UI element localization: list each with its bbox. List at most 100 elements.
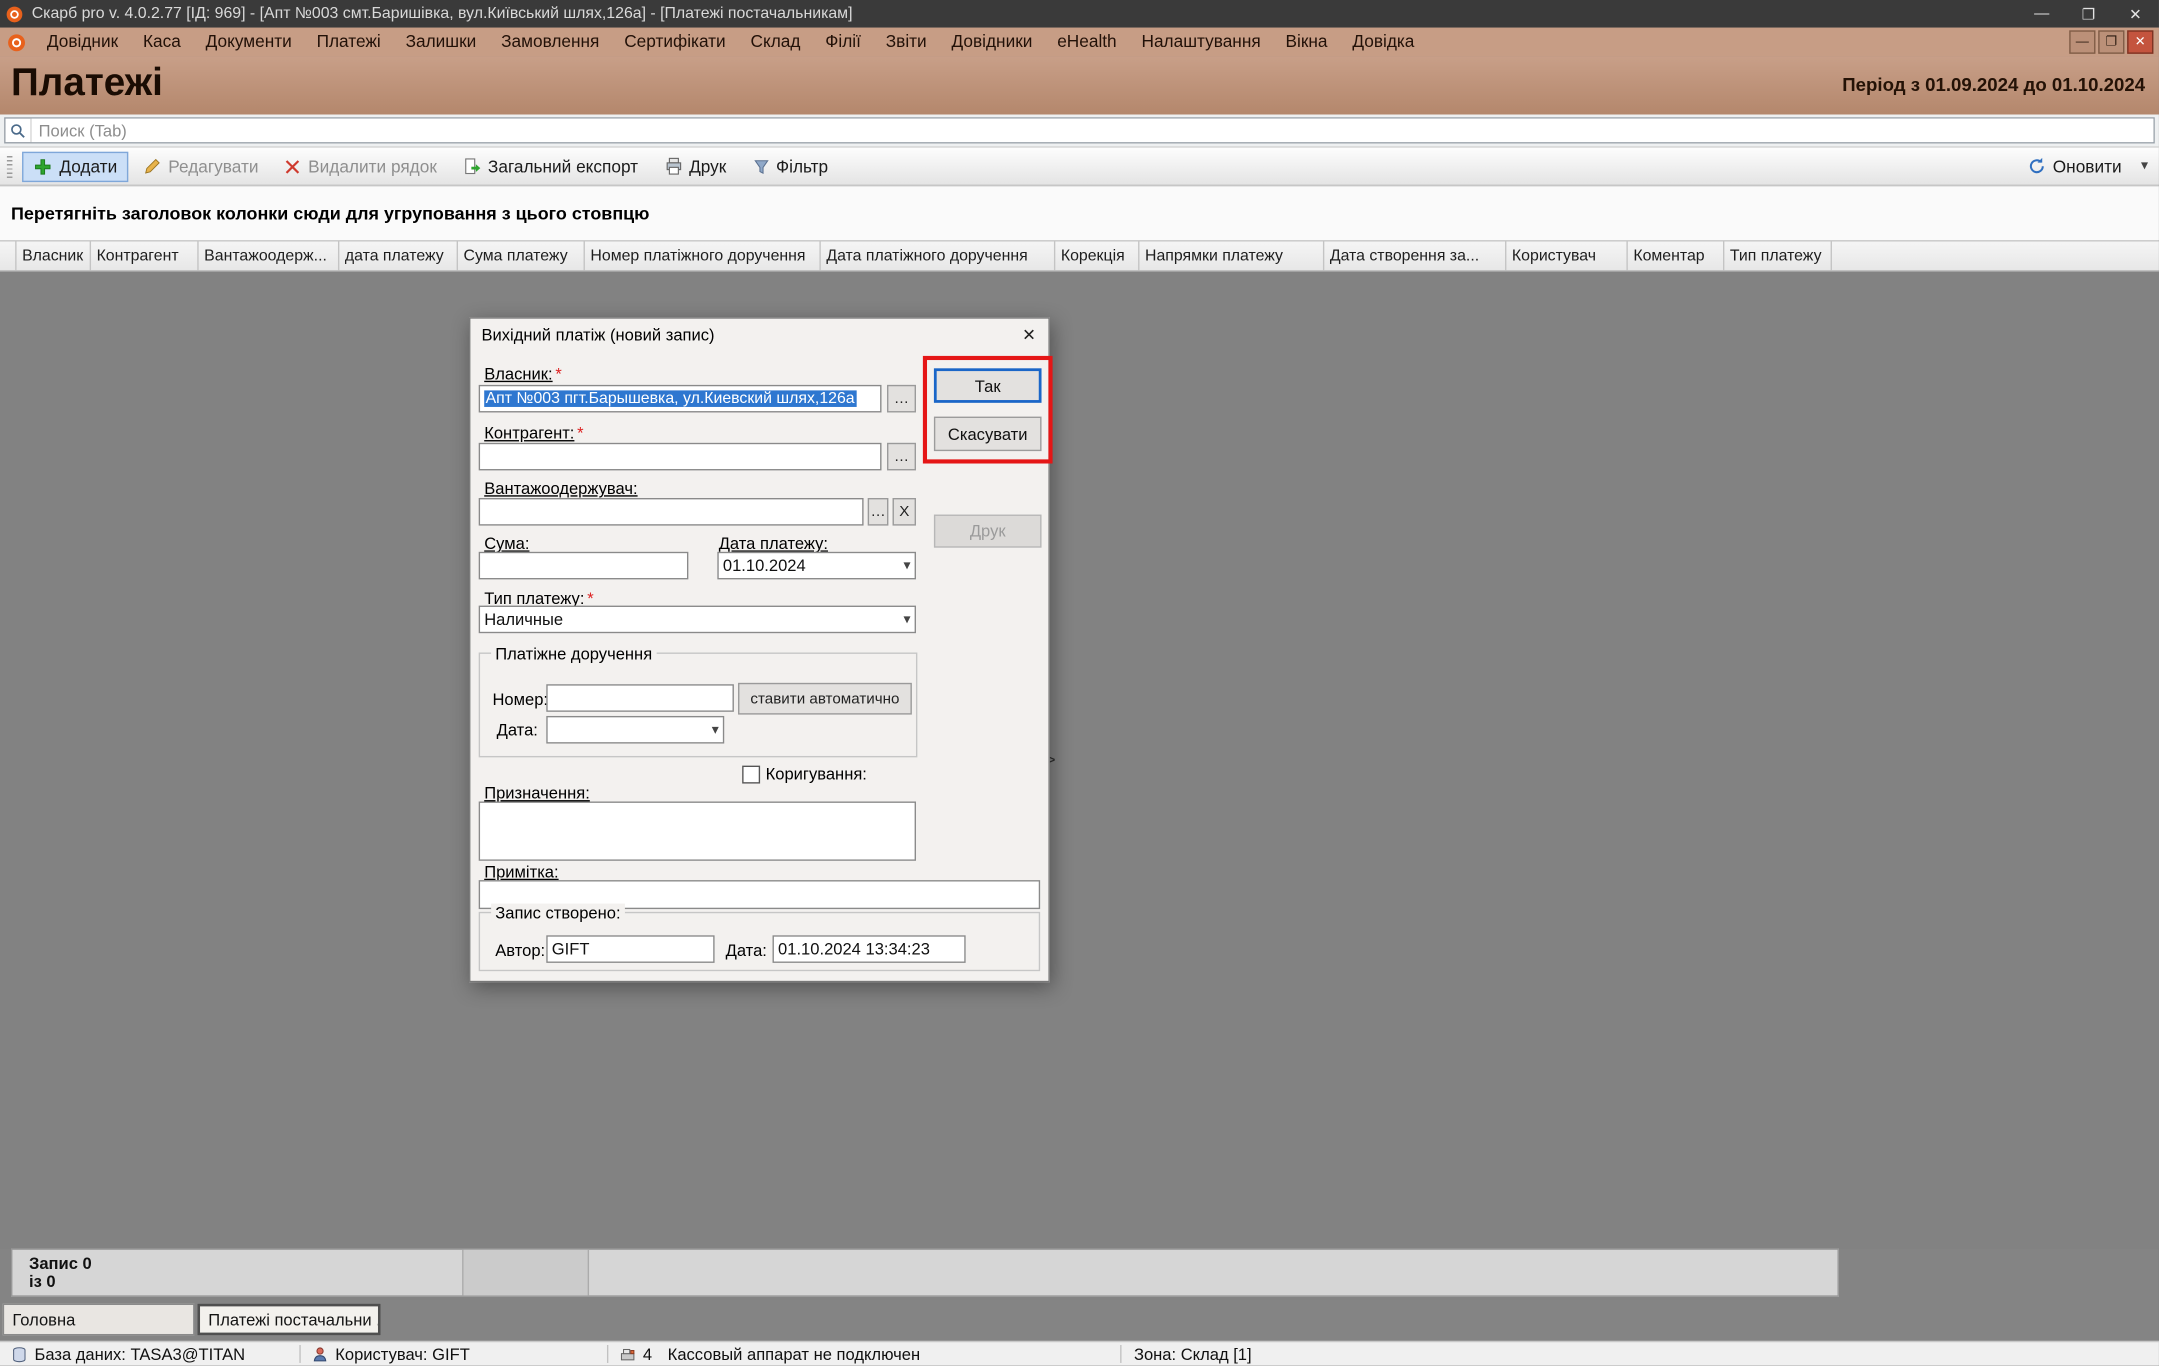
column-header[interactable]: Сума платежу — [458, 241, 585, 270]
purpose-textarea[interactable] — [479, 801, 916, 860]
minimize-button[interactable]: — — [2018, 0, 2065, 28]
column-header[interactable]: Корекція — [1055, 241, 1139, 270]
author-label: Автор: — [495, 941, 545, 960]
consignee-clear-button[interactable]: X — [893, 498, 916, 526]
menu-item-ehealth[interactable]: eHealth — [1045, 28, 1129, 57]
period-label[interactable]: Період з 01.09.2024 до 01.10.2024 — [1842, 74, 2145, 95]
export-button[interactable]: Загальний експорт — [452, 151, 649, 181]
ok-button[interactable]: Так — [934, 368, 1042, 402]
record-count-bar: Запис 0 із 0 — [11, 1248, 1839, 1296]
column-header[interactable]: Напрямки платежу — [1139, 241, 1324, 270]
correction-checkbox[interactable] — [742, 766, 760, 784]
contragent-label[interactable]: Контрагент:* — [484, 424, 583, 443]
toolbar-options-caret-icon[interactable]: ▾ — [2137, 159, 2152, 174]
pay-date-label[interactable]: Дата платежу: — [719, 534, 828, 553]
toolbar: Додати Редагувати Видалити рядок Загальн… — [0, 148, 2159, 187]
auto-number-button[interactable]: ставити автоматично — [738, 683, 912, 715]
column-header[interactable]: Номер платіжного доручення — [585, 241, 821, 270]
print-dialog-button[interactable]: Друк — [934, 515, 1042, 548]
delete-row-button[interactable]: Видалити рядок — [274, 151, 448, 181]
status-user: Користувач: GIFT — [312, 1342, 470, 1365]
column-header[interactable]: Тип платежу — [1724, 241, 1832, 270]
menu-item-sklad[interactable]: Склад — [738, 28, 813, 57]
chevron-down-icon: ▾ — [904, 612, 911, 627]
column-header[interactable]: Дата створення за... — [1324, 241, 1506, 270]
dialog-close-icon[interactable]: ✕ — [1018, 324, 1040, 346]
plus-icon — [33, 157, 52, 176]
sum-label[interactable]: Сума: — [484, 534, 529, 553]
owner-picker-button[interactable]: … — [887, 385, 916, 413]
cash-register-icon — [619, 1346, 636, 1363]
search-row — [0, 114, 2159, 147]
column-header[interactable]: дата платежу — [339, 241, 458, 270]
refresh-button[interactable]: Оновити — [2017, 151, 2133, 181]
payment-order-groupbox: Платіжне доручення Номер: ставити автома… — [479, 653, 918, 758]
column-header[interactable]: Вантажоодерж... — [199, 241, 340, 270]
mdi-minimize-button[interactable]: — — [2069, 30, 2095, 53]
status-bar: База даних: TASA3@TITAN Користувач: GIFT… — [0, 1341, 2159, 1366]
print-button[interactable]: Друк — [653, 151, 737, 181]
chevron-down-icon: ▾ — [712, 722, 719, 737]
created-groupbox: Запис створено: Автор: GIFT Дата: 01.10.… — [479, 912, 1040, 971]
column-header[interactable]: Коментар — [1628, 241, 1725, 270]
column-header[interactable]: Користувач — [1506, 241, 1627, 270]
tab-home[interactable]: Головна — [3, 1304, 195, 1336]
menu-item-nalashtuvannia[interactable]: Налаштування — [1129, 28, 1273, 57]
column-header[interactable]: Власник — [17, 241, 91, 270]
maximize-button[interactable]: ❐ — [2065, 0, 2112, 28]
created-date-input[interactable]: 01.10.2024 13:34:23 — [773, 935, 966, 963]
order-number-input[interactable] — [546, 684, 734, 712]
menu-item-zamovlennia[interactable]: Замовлення — [489, 28, 612, 57]
column-header[interactable]: Контрагент — [91, 241, 199, 270]
toolbar-grip[interactable] — [7, 155, 13, 177]
contragent-picker-button[interactable]: … — [887, 443, 916, 471]
sum-input[interactable] — [479, 552, 689, 580]
author-input[interactable]: GIFT — [546, 935, 714, 963]
consignee-input[interactable] — [479, 498, 864, 526]
group-by-hint: Перетягніть заголовок колонки сюди для у… — [11, 203, 649, 224]
contragent-input[interactable] — [479, 443, 882, 471]
record-bar-segment — [464, 1250, 590, 1296]
menu-item-sertyfikaty[interactable]: Сертифікати — [612, 28, 738, 57]
edit-button[interactable]: Редагувати — [132, 151, 269, 181]
menu-item-filii[interactable]: Філії — [813, 28, 873, 57]
created-date-label: Дата: — [726, 941, 767, 960]
statusbar-separator — [607, 1345, 608, 1363]
payment-order-group-title: Платіжне доручення — [491, 644, 656, 663]
correction-label[interactable]: Коригування: — [766, 764, 867, 783]
pay-type-select[interactable]: Наличные ▾ — [479, 606, 916, 634]
tab-payments-suppliers[interactable]: Платежі постачальни .. — [197, 1304, 380, 1336]
column-header[interactable]: Дата платіжного доручення — [821, 241, 1056, 270]
owner-label[interactable]: Власник:* — [484, 364, 562, 383]
consignee-picker-button[interactable]: … — [868, 498, 889, 526]
menu-item-vikna[interactable]: Вікна — [1273, 28, 1340, 57]
group-by-panel[interactable]: Перетягніть заголовок колонки сюди для у… — [0, 186, 2159, 240]
menu-item-platezhi[interactable]: Платежі — [304, 28, 393, 57]
app-logo-icon — [7, 32, 26, 51]
mdi-close-button[interactable]: ✕ — [2127, 30, 2153, 53]
mdi-restore-button[interactable]: ❐ — [2098, 30, 2124, 53]
cancel-button[interactable]: Скасувати — [934, 417, 1042, 451]
order-date-select[interactable]: ▾ — [546, 716, 724, 744]
order-number-label: Номер: — [492, 690, 548, 709]
add-button[interactable]: Додати — [22, 151, 128, 181]
purpose-label[interactable]: Призначення: — [484, 784, 590, 803]
menu-item-dovidnyk[interactable]: Довідник — [34, 28, 130, 57]
menu-item-dovidka[interactable]: Довідка — [1340, 28, 1427, 57]
consignee-label[interactable]: Вантажоодержувач: — [484, 479, 637, 498]
search-input[interactable] — [32, 119, 2154, 142]
menu-item-zalyshky[interactable]: Залишки — [393, 28, 489, 57]
filter-button[interactable]: Фільтр — [742, 151, 840, 181]
menu-item-dokumenty[interactable]: Документи — [193, 28, 304, 57]
pay-type-value: Наличные — [484, 610, 563, 629]
menu-item-dovidnyky[interactable]: Довідники — [939, 28, 1045, 57]
owner-input[interactable]: Апт №003 пгт.Барышевка, ул.Киевский шлях… — [479, 385, 882, 413]
menu-item-kasa[interactable]: Каса — [131, 28, 194, 57]
menu-item-zvity[interactable]: Звіти — [873, 28, 939, 57]
pay-date-select[interactable]: 01.10.2024 ▾ — [717, 552, 916, 580]
refresh-icon — [2028, 157, 2046, 175]
note-label[interactable]: Примітка: — [484, 862, 558, 881]
close-button[interactable]: ✕ — [2112, 0, 2159, 28]
mdi-window-controls: — ❐ ✕ — [2069, 30, 2153, 53]
record-count: Запис 0 із 0 — [12, 1250, 463, 1296]
